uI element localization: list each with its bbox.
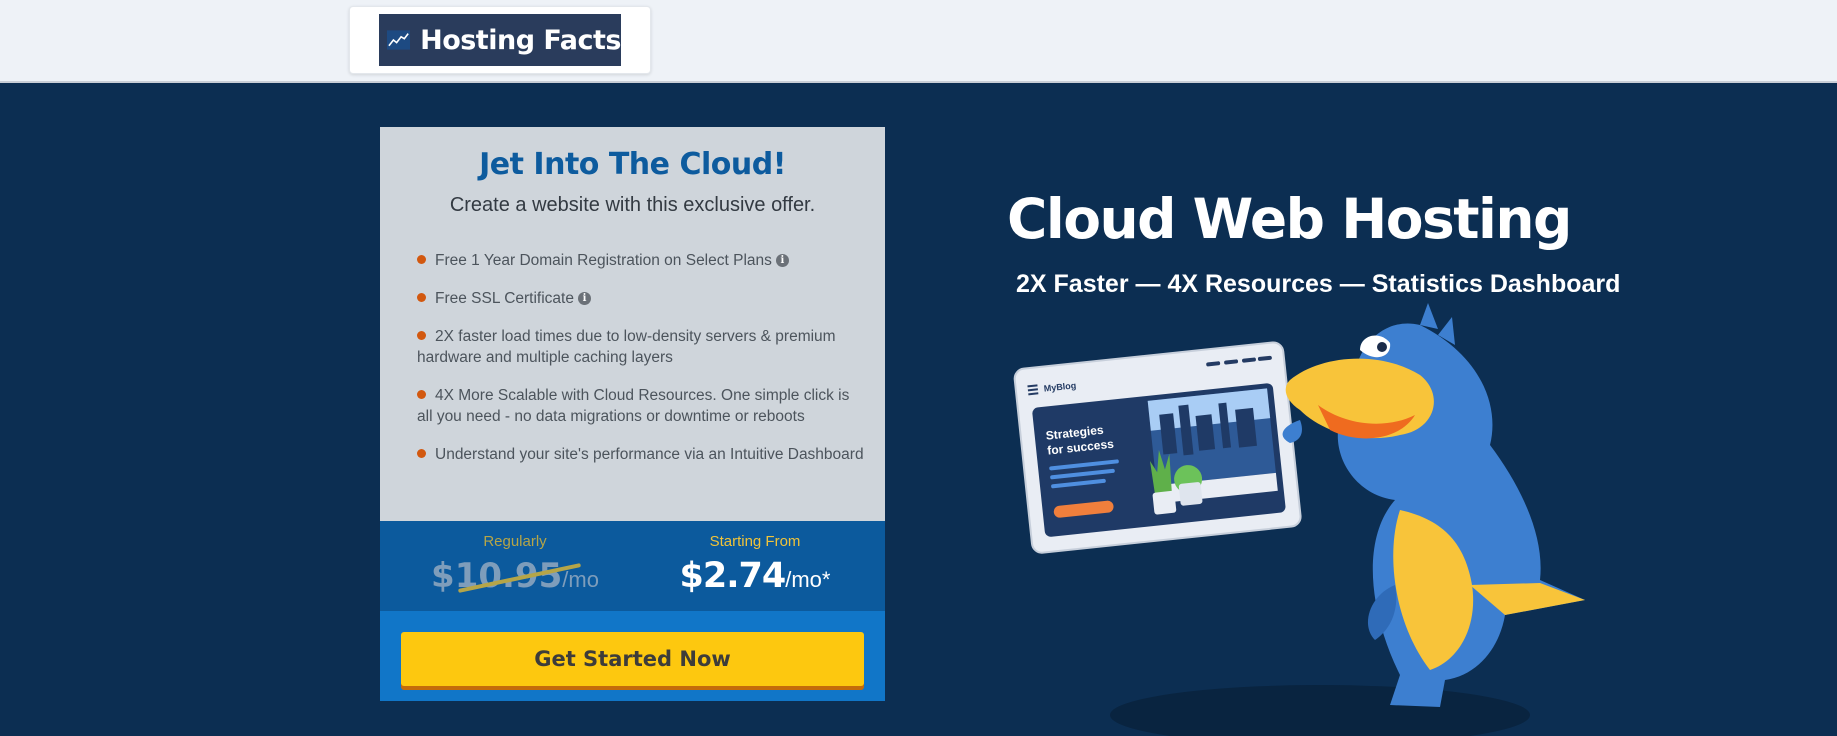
hosting-facts-logo[interactable]: Hosting Facts: [379, 14, 621, 66]
regular-label: Regularly: [483, 533, 547, 550]
feature-text: 2X faster load times due to low-density …: [417, 328, 836, 366]
top-bar: [0, 0, 1837, 83]
feature-text: Understand your site's performance via a…: [435, 446, 864, 463]
ground-shadow: [1110, 685, 1530, 736]
cta-band: Get Started Now: [380, 611, 885, 701]
mascot-illustration: MyBlog Strategies for success: [1013, 303, 1585, 736]
offer-title: Jet Into The Cloud!: [479, 147, 786, 182]
offer-subtitle: Create a website with this exclusive off…: [449, 194, 816, 216]
start-price-unit: /mo*: [785, 567, 831, 592]
feature-item: 4X More Scalable with Cloud Resources. O…: [417, 385, 867, 427]
feature-item: Free 1 Year Domain Registration on Selec…: [417, 250, 867, 271]
start-label: Starting From: [709, 533, 801, 550]
chart-trend-icon: [387, 30, 411, 50]
regular-price-unit: /mo: [562, 567, 599, 592]
bullet-icon: [417, 390, 426, 399]
feature-text: Free SSL Certificate: [435, 290, 574, 307]
pricing-band: Regularly $10.95/mo Starting From $2.74/…: [380, 521, 885, 611]
feature-text: 4X More Scalable with Cloud Resources. O…: [417, 387, 850, 425]
info-icon[interactable]: i: [577, 292, 591, 305]
feature-list: Free 1 Year Domain Registration on Selec…: [417, 250, 867, 482]
start-price-block: Starting From $2.74/mo*: [635, 533, 875, 596]
offer-card: Jet Into The Cloud! Create a website wit…: [380, 127, 885, 701]
regular-price-value: $10.95: [431, 556, 563, 596]
bullet-icon: [417, 255, 426, 264]
feature-item: Understand your site's performance via a…: [417, 444, 867, 465]
bullet-icon: [417, 331, 426, 340]
feature-item: Free SSL Certificate i: [417, 288, 867, 309]
regular-price: $10.95/mo: [431, 556, 599, 596]
logo-text: Hosting Facts: [420, 24, 621, 56]
start-price: $2.74/mo*: [680, 556, 831, 596]
feature-text: Free 1 Year Domain Registration on Selec…: [435, 252, 772, 269]
tablet-illustration: MyBlog Strategies for success: [1013, 341, 1302, 554]
feature-item: 2X faster load times due to low-density …: [417, 326, 867, 368]
info-icon[interactable]: i: [775, 254, 789, 267]
get-started-button[interactable]: Get Started Now: [401, 632, 864, 686]
start-price-value: $2.74: [679, 556, 787, 596]
bullet-icon: [417, 449, 426, 458]
menu-icon: [1027, 384, 1039, 396]
regular-price-block: Regularly $10.95/mo: [380, 533, 650, 596]
bullet-icon: [417, 293, 426, 302]
hero-title: Cloud Web Hosting: [1007, 187, 1572, 251]
gator-mascot: [1282, 303, 1585, 707]
